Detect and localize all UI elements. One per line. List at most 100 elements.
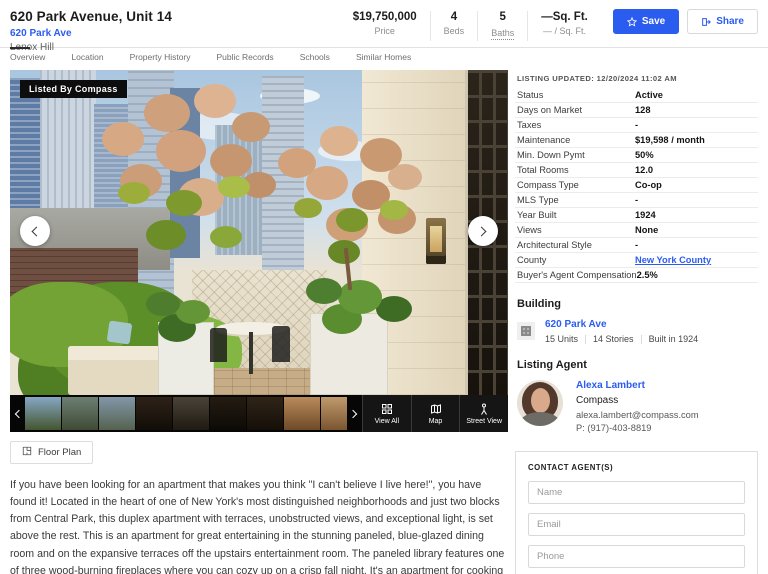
photo-thumbnail[interactable]	[210, 397, 246, 430]
photo-thumbnail[interactable]	[136, 397, 172, 430]
floor-plan-icon	[22, 446, 32, 459]
detail-label: Taxes	[517, 120, 635, 130]
share-button[interactable]: Share	[687, 9, 758, 34]
street-view-button[interactable]: Street View	[459, 395, 508, 432]
photo-thumbnail[interactable]	[247, 397, 283, 430]
thumbnail-list	[25, 397, 347, 430]
detail-row-total-rooms: Total Rooms12.0	[515, 163, 758, 178]
photo-planter	[158, 322, 214, 395]
stat-value: 5	[491, 11, 514, 23]
building-meta: 15 Units14 StoriesBuilt in 1924	[545, 334, 698, 344]
tab-property-history[interactable]: Property History	[130, 48, 191, 66]
map-icon	[430, 403, 442, 415]
chevron-left-icon	[15, 409, 23, 417]
detail-label: County	[517, 255, 635, 265]
detail-label: Maintenance	[517, 135, 635, 145]
building-meta-item: 15 Units	[545, 334, 578, 344]
stat-label: Price	[353, 26, 417, 36]
detail-value: 12.0	[635, 165, 758, 175]
photo-thumbnail[interactable]	[99, 397, 135, 430]
divider	[585, 335, 586, 344]
thumbnails-prev-button[interactable]	[10, 411, 25, 417]
chevron-left-icon	[32, 226, 42, 236]
stat-baths: 5 Baths	[477, 11, 527, 41]
listing-description: If you have been looking for an apartmen…	[10, 477, 508, 574]
contact-form-heading: CONTACT AGENT(S)	[528, 463, 745, 472]
detail-value: 2.5%	[637, 270, 758, 280]
phone-input[interactable]	[528, 545, 745, 568]
photo-thumbnail[interactable]	[62, 397, 98, 430]
detail-value: -	[635, 120, 758, 130]
divider	[641, 335, 642, 344]
detail-value[interactable]: New York County	[635, 255, 758, 265]
stat-price: $19,750,000 Price	[340, 11, 430, 41]
stat-beds: 4 Beds	[430, 11, 478, 41]
building-card: 620 Park Ave 15 Units14 StoriesBuilt in …	[515, 319, 758, 344]
photo-thumbnail[interactable]	[284, 397, 320, 430]
agent-phone: P: (917)-403-8819	[576, 423, 699, 433]
photo-lantern	[426, 218, 446, 264]
building-meta-item: 14 Stories	[593, 334, 634, 344]
building-name-link[interactable]: 620 Park Ave	[545, 319, 698, 330]
detail-value: Co-op	[635, 180, 758, 190]
header-stats: $19,750,000 Price 4 Beds 5 Baths —Sq. Ft.— / S…	[340, 11, 601, 41]
detail-value: -	[635, 240, 758, 250]
street-view-label: Street View	[466, 418, 502, 425]
stat-label: Baths	[491, 28, 514, 40]
view-all-label: View All	[375, 418, 399, 425]
listing-header: 620 Park Avenue, Unit 14 620 Park Ave Le…	[0, 0, 768, 47]
main-photo[interactable]: Listed By Compass	[10, 70, 508, 395]
tab-location[interactable]: Location	[71, 48, 103, 66]
save-button[interactable]: Save	[613, 9, 679, 34]
view-all-button[interactable]: View All	[362, 395, 411, 432]
stat-value: 4	[444, 11, 465, 23]
stat-value: $19,750,000	[353, 11, 417, 23]
stat-sq-ft: —Sq. Ft.— / Sq. Ft.	[527, 11, 601, 41]
detail-row-county: CountyNew York County	[515, 253, 758, 268]
save-button-label: Save	[642, 16, 665, 27]
detail-value: 50%	[635, 150, 758, 160]
stat-label: Beds	[444, 26, 465, 36]
detail-value: $19,598 / month	[635, 135, 758, 145]
agent-name-link[interactable]: Alexa Lambert	[576, 380, 699, 391]
detail-label: Days on Market	[517, 105, 635, 115]
photo-next-button[interactable]	[468, 216, 498, 246]
detail-row-buyer-s-agent-compensation: Buyer's Agent Compensation2.5%	[515, 268, 758, 283]
map-button[interactable]: Map	[411, 395, 460, 432]
detail-label: Buyer's Agent Compensation	[517, 270, 637, 280]
detail-label: Views	[517, 225, 635, 235]
building-icon	[517, 322, 535, 340]
photo-thumbnail[interactable]	[173, 397, 209, 430]
tab-schools[interactable]: Schools	[300, 48, 330, 66]
detail-label: Total Rooms	[517, 165, 635, 175]
photo-prev-button[interactable]	[20, 216, 50, 246]
photo-hydrangea-tree	[102, 122, 144, 156]
detail-row-status: StatusActive	[515, 88, 758, 103]
agent-email: alexa.lambert@compass.com	[576, 410, 699, 420]
detail-row-architectural-style: Architectural Style-	[515, 238, 758, 253]
detail-row-min-down-pymt: Min. Down Pymt50%	[515, 148, 758, 163]
name-input[interactable]	[528, 481, 745, 504]
chevron-right-icon	[477, 226, 487, 236]
photo-thumbnail[interactable]	[321, 397, 347, 430]
detail-value: Active	[635, 90, 758, 100]
map-label: Map	[429, 418, 443, 425]
detail-row-maintenance: Maintenance$19,598 / month	[515, 133, 758, 148]
thumbnails-next-button[interactable]	[347, 411, 362, 417]
share-icon	[701, 17, 711, 27]
photo-thumbnail[interactable]	[25, 397, 61, 430]
building-section-heading: Building	[517, 298, 758, 310]
listing-sidebar: LISTING UPDATED: 12/20/2024 11:02 AM Sta…	[515, 70, 758, 574]
tab-overview[interactable]: Overview	[10, 48, 45, 66]
share-button-label: Share	[716, 16, 744, 27]
detail-row-taxes: Taxes-	[515, 118, 758, 133]
email-input[interactable]	[528, 513, 745, 536]
floor-plan-button[interactable]: Floor Plan	[10, 441, 93, 464]
detail-value: 1924	[635, 210, 758, 220]
tab-public-records[interactable]: Public Records	[217, 48, 274, 66]
listing-agent-card: Alexa Lambert Compass alexa.lambert@comp…	[515, 380, 758, 436]
floor-plan-label: Floor Plan	[38, 447, 81, 458]
detail-value: None	[635, 225, 758, 235]
detail-row-mls-type: MLS Type-	[515, 193, 758, 208]
tab-similar-homes[interactable]: Similar Homes	[356, 48, 411, 66]
